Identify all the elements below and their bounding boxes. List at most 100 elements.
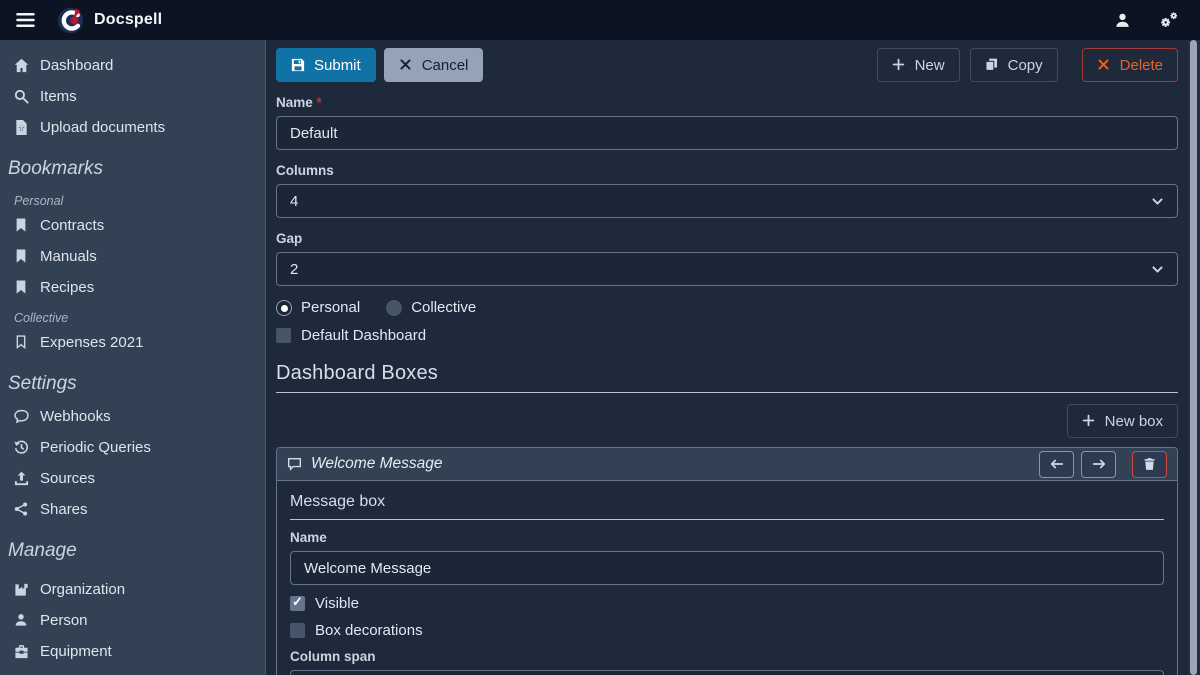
sidebar-item-person[interactable]: Person [0,605,265,636]
vertical-scrollbar[interactable] [1188,40,1200,675]
toolbox-icon [14,644,29,659]
sidebar-item-tags[interactable]: Tags [0,667,265,675]
sidebar-item-label: Equipment [40,643,112,660]
box-decorations-checkbox-row[interactable]: Box decorations [290,622,1164,639]
x-icon [399,58,413,72]
gap-label: Gap [276,231,1178,246]
sidebar: Dashboard Items Upload documents Bookmar… [0,40,266,675]
sidebar-item-periodic-queries[interactable]: Periodic Queries [0,432,265,463]
main-content: Submit Cancel New Copy Delete [266,40,1200,675]
user-menu-icon[interactable] [1114,12,1131,29]
columns-select[interactable]: 4 [276,184,1178,218]
box-decorations-checkbox[interactable] [290,623,305,638]
sidebar-item-webhooks[interactable]: Webhooks [0,401,265,432]
sidebar-item-shares[interactable]: Shares [0,494,265,525]
move-box-right-button[interactable] [1081,451,1116,478]
scrollbar-thumb[interactable] [1190,40,1197,675]
radio-collective-label: Collective [411,299,476,316]
file-upload-icon [14,120,29,135]
radio-personal[interactable]: Personal [276,299,360,316]
sidebar-item-equipment[interactable]: Equipment [0,636,265,667]
sidebar-item-bookmark-expenses-2021[interactable]: Expenses 2021 [0,327,265,358]
box-decorations-label: Box decorations [315,622,423,639]
sidebar-item-bookmark-recipes[interactable]: Recipes [0,272,265,303]
delete-label: Delete [1120,57,1163,74]
move-box-left-button[interactable] [1039,451,1074,478]
delete-box-button[interactable] [1132,451,1167,478]
radio-collective-control[interactable] [386,300,402,316]
share-nodes-icon [14,502,29,517]
history-icon [14,440,29,455]
navbar-right [1114,12,1184,29]
columns-label: Columns [276,163,1178,178]
sidebar-item-label: Shares [40,501,88,518]
gears-icon[interactable] [1159,12,1178,29]
sidebar-item-label: Webhooks [40,408,111,425]
house-icon [14,58,29,73]
app-title: Docspell [94,11,162,29]
copy-button[interactable]: Copy [970,48,1058,82]
app-logo[interactable]: Docspell [57,7,162,34]
columns-value: 4 [290,193,298,210]
sidebar-section-bookmarks: Bookmarks [0,143,265,186]
arrow-left-icon [1050,457,1064,471]
bookmark-icon [14,218,29,233]
sidebar-item-label: Upload documents [40,119,165,136]
submit-button[interactable]: Submit [276,48,376,82]
trash-icon [1143,457,1157,471]
default-dashboard-checkbox[interactable] [276,328,291,343]
sidebar-item-dashboard[interactable]: Dashboard [0,50,265,81]
top-navbar: Docspell [0,0,1200,40]
default-dashboard-checkbox-row[interactable]: Default Dashboard [276,327,1178,344]
sidebar-item-label: Manuals [40,248,97,265]
column-span-select[interactable]: 4 [290,670,1164,675]
visible-label: Visible [315,595,359,612]
visible-checkbox-row[interactable]: Visible [290,595,1164,612]
new-box-button[interactable]: New box [1067,404,1178,438]
radio-collective[interactable]: Collective [386,299,476,316]
plus-icon [1082,414,1096,428]
box-type-label: Message box [290,485,1164,520]
new-label: New [915,57,945,74]
plus-icon [892,58,906,72]
cancel-button[interactable]: Cancel [384,48,484,82]
bookmark-outline-icon [14,335,29,350]
visible-checkbox[interactable] [290,596,305,611]
sidebar-item-bookmark-manuals[interactable]: Manuals [0,241,265,272]
sidebar-item-organization[interactable]: Organization [0,574,265,605]
x-icon [1097,58,1111,72]
box-name-input[interactable] [290,551,1164,585]
comment-icon [14,409,29,424]
delete-button[interactable]: Delete [1082,48,1178,82]
column-span-label: Column span [290,649,1164,664]
dashboard-boxes-heading: Dashboard Boxes [276,362,1178,393]
radio-personal-control[interactable] [276,300,292,316]
box-title: Welcome Message [311,455,443,473]
gap-select[interactable]: 2 [276,252,1178,286]
sidebar-item-label: Items [40,88,77,105]
sidebar-item-upload-documents[interactable]: Upload documents [0,112,265,143]
chevron-down-icon [1151,263,1164,276]
sidebar-item-label: Dashboard [40,57,113,74]
sidebar-item-label: Organization [40,581,125,598]
new-box-label: New box [1105,413,1163,430]
new-button[interactable]: New [877,48,960,82]
sidebar-section-settings: Settings [0,358,265,401]
box-header: Welcome Message [277,448,1177,481]
sidebar-item-items[interactable]: Items [0,81,265,112]
form-toolbar: Submit Cancel New Copy Delete [276,48,1178,82]
sidebar-item-sources[interactable]: Sources [0,463,265,494]
cancel-label: Cancel [422,57,469,74]
chevron-down-icon [1151,195,1164,208]
bookmarks-group-personal: Personal [0,186,265,210]
copy-label: Copy [1008,57,1043,74]
sidebar-item-label: Person [40,612,88,629]
upload-icon [14,471,29,486]
person-icon [14,613,29,628]
menu-icon[interactable] [16,12,35,28]
sidebar-item-bookmark-contracts[interactable]: Contracts [0,210,265,241]
box-body: Message box Name Visible Box decorations… [277,481,1177,675]
dashboard-name-input[interactable] [276,116,1178,150]
submit-label: Submit [314,57,361,74]
sidebar-item-label: Periodic Queries [40,439,151,456]
